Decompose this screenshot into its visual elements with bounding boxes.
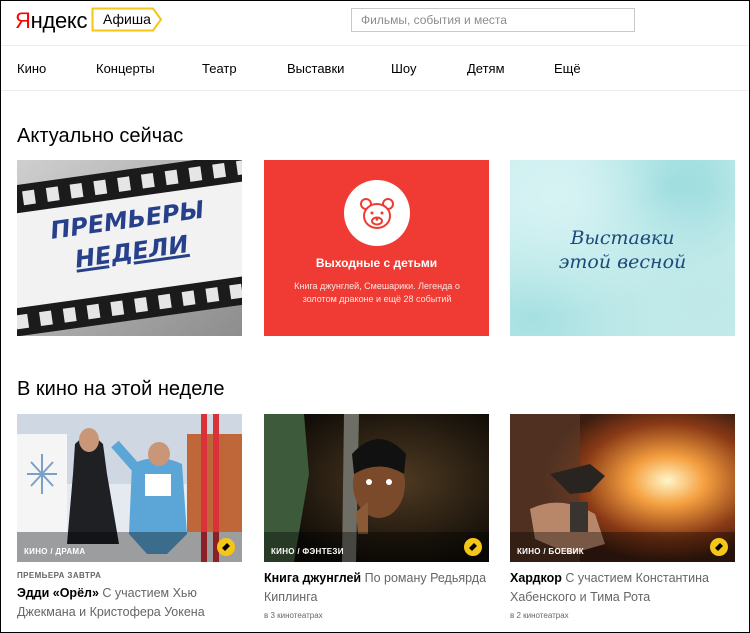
category-nav: Кино Концерты Театр Выставки Шоу Детям Е…: [1, 45, 749, 91]
movie-meta-eddie: ПРЕМЬЕРА ЗАВТРА Эдди «Орёл» С участием Х…: [17, 571, 245, 622]
movie-genre-label: КИНО / БОЕВИК: [517, 547, 584, 556]
movie-description: Книга джунглей По роману Редьярда Киплин…: [264, 569, 492, 607]
ticket-icon: [222, 543, 230, 551]
nav-item-kids[interactable]: Детям: [467, 61, 505, 76]
movie-card-hardcore[interactable]: КИНО / БОЕВИК: [510, 414, 735, 562]
ticket-button[interactable]: [217, 538, 235, 556]
kids-icon-circle: [344, 180, 410, 246]
nav-item-theatre[interactable]: Театр: [202, 61, 237, 76]
cinema-count[interactable]: в 3 кинотеатрах: [264, 611, 492, 620]
nav-item-show[interactable]: Шоу: [391, 61, 417, 76]
promo-card-premieres[interactable]: ПРЕМЬЕРЫ НЕДЕЛИ: [17, 160, 242, 336]
movie-title-link[interactable]: Эдди «Орёл»: [17, 586, 99, 600]
movie-card-eddie[interactable]: КИНО / ДРАМА: [17, 414, 242, 562]
movie-description: Эдди «Орёл» С участием Хью Джекмана и Кр…: [17, 584, 245, 622]
search-input[interactable]: [351, 8, 635, 32]
nav-item-concerts[interactable]: Концерты: [96, 61, 155, 76]
kids-card-subtitle: Книга джунглей, Смешарики. Легенда о зол…: [294, 281, 460, 304]
exhibitions-line-1: Выставки: [570, 227, 675, 249]
cinema-count[interactable]: в 2 кинотеатрах: [510, 611, 738, 620]
movie-title-link[interactable]: Хардкор: [510, 571, 562, 585]
bear-face-icon: [360, 198, 394, 229]
nav-item-more[interactable]: Ещё: [554, 61, 581, 76]
section-title-actual: Актуально сейчас: [17, 125, 184, 147]
promo-card-exhibitions[interactable]: Выставки этой весной: [510, 160, 735, 336]
movie-poster-image: [17, 414, 242, 562]
exhibitions-text: Выставки этой весной: [510, 226, 735, 274]
movie-meta-jungle-book: Книга джунглей По роману Редьярда Киплин…: [264, 569, 492, 620]
ticket-icon: [469, 543, 477, 551]
logo-rest: ндекс: [30, 8, 88, 33]
movie-poster-image: [510, 414, 735, 562]
movie-poster-image: [264, 414, 489, 562]
ticket-icon: [715, 543, 723, 551]
movie-genre-label: КИНО / ФЭНТЕЗИ: [271, 547, 344, 556]
movie-card-jungle-book[interactable]: КИНО / ФЭНТЕЗИ: [264, 414, 489, 562]
service-tag-label: Афиша: [103, 11, 151, 27]
header: Яндекс Афиша: [1, 1, 749, 45]
nav-item-kino[interactable]: Кино: [17, 61, 46, 76]
ticket-button[interactable]: [464, 538, 482, 556]
service-tag-afisha[interactable]: Афиша: [91, 7, 163, 32]
movie-description: Хардкор С участием Константина Хабенског…: [510, 569, 738, 607]
logo-letter-ya: Я: [15, 8, 31, 33]
section-title-movies: В кино на этой неделе: [17, 378, 225, 400]
ticket-button[interactable]: [710, 538, 728, 556]
movie-genre-label: КИНО / ДРАМА: [24, 547, 86, 556]
nav-item-exhibitions[interactable]: Выставки: [287, 61, 344, 76]
movie-title-link[interactable]: Книга джунглей: [264, 571, 361, 585]
kids-card-title: Выходные с детьми: [315, 256, 438, 270]
exhibitions-line-2: этой весной: [558, 251, 687, 273]
movie-meta-hardcore: Хардкор С участием Константина Хабенског…: [510, 569, 738, 620]
yandex-logo[interactable]: Яндекс: [15, 8, 88, 34]
premiere-badge: ПРЕМЬЕРА ЗАВТРА: [17, 571, 102, 580]
promo-card-kids-weekend[interactable]: Выходные с детьми Книга джунглей, Смешар…: [264, 160, 489, 336]
